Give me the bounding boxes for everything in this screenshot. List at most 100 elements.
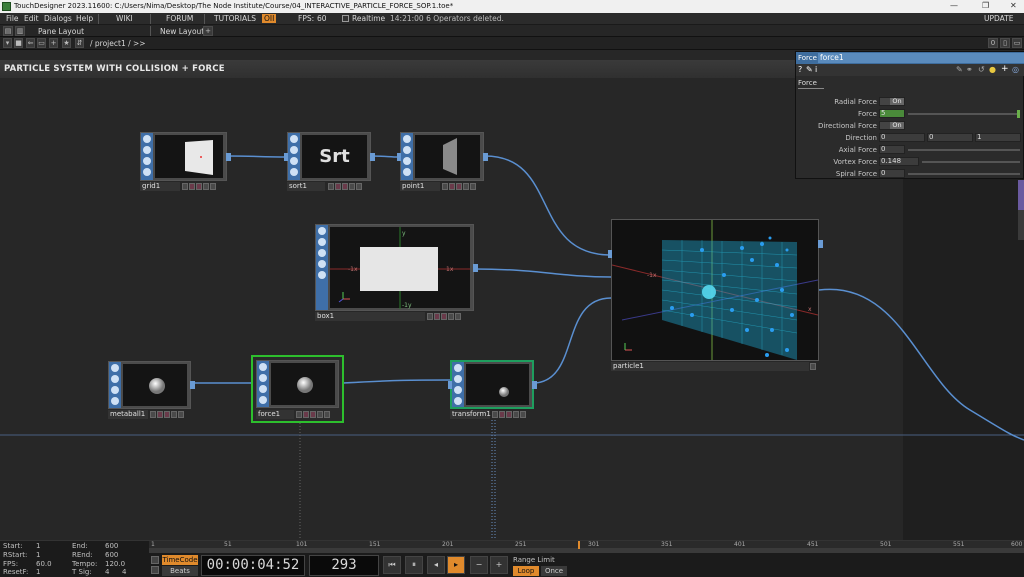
node-force[interactable]: force1 bbox=[251, 355, 344, 423]
input-connector[interactable] bbox=[448, 380, 452, 389]
realtime-checkbox[interactable] bbox=[342, 15, 349, 22]
axial-force-slider[interactable] bbox=[908, 149, 1020, 151]
node-flags[interactable] bbox=[442, 182, 476, 191]
node-toolbar[interactable] bbox=[288, 133, 300, 180]
star-icon[interactable]: ★ bbox=[62, 38, 71, 48]
menu-help[interactable]: Help bbox=[76, 14, 93, 23]
menu-dialogs[interactable]: Dialogs bbox=[44, 14, 72, 23]
node-label[interactable]: point1 bbox=[400, 182, 440, 191]
back-icon[interactable]: ⇐ bbox=[26, 38, 35, 48]
op-name-field[interactable]: force1 bbox=[818, 53, 1024, 63]
python-icon[interactable]: ● bbox=[989, 65, 996, 74]
timecode-display[interactable]: 00:00:04:52 bbox=[201, 555, 305, 576]
output-connector[interactable] bbox=[190, 381, 195, 389]
pane-index[interactable]: 0 bbox=[988, 38, 998, 48]
input-connector[interactable] bbox=[608, 250, 612, 258]
rend-value[interactable]: 600 bbox=[105, 551, 118, 559]
node-label[interactable]: metaball1 bbox=[108, 410, 148, 419]
node-metaball[interactable] bbox=[108, 361, 195, 409]
add-icon[interactable]: + bbox=[49, 38, 58, 48]
step-plus-button[interactable]: + bbox=[490, 556, 508, 574]
force-value-field[interactable]: 5 bbox=[879, 109, 905, 118]
loop-button[interactable]: Loop bbox=[513, 566, 539, 576]
node-flags[interactable] bbox=[296, 410, 330, 419]
vortex-force-slider[interactable] bbox=[922, 161, 1020, 163]
node-point[interactable] bbox=[397, 132, 488, 181]
maximize-icon[interactable]: ❐ bbox=[982, 1, 989, 10]
layout-split-icon[interactable]: ▥ bbox=[15, 26, 25, 36]
oii-toggle[interactable]: OII bbox=[262, 14, 277, 23]
node-toolbar[interactable] bbox=[452, 362, 464, 407]
tutorials-link[interactable]: TUTORIALS bbox=[214, 14, 256, 23]
force-slider-handle[interactable] bbox=[1017, 110, 1020, 118]
rewind-button[interactable]: ⏮ bbox=[383, 556, 401, 574]
node-toolbar[interactable] bbox=[257, 361, 269, 407]
direction-y-field[interactable]: 0 bbox=[927, 133, 973, 142]
frame-display[interactable]: 293 bbox=[309, 555, 379, 576]
start-value[interactable]: 1 bbox=[36, 542, 40, 550]
playhead[interactable] bbox=[578, 541, 580, 549]
edit-icon[interactable]: ✎ bbox=[956, 65, 963, 74]
network-path[interactable]: / project1 / >> bbox=[90, 39, 146, 48]
end-value[interactable]: 600 bbox=[105, 542, 118, 550]
radial-force-toggle[interactable]: On bbox=[879, 97, 905, 106]
input-connector[interactable] bbox=[284, 152, 288, 161]
timecode-button[interactable]: TimeCode bbox=[162, 555, 198, 565]
tsig-value-b[interactable]: 4 bbox=[122, 568, 126, 576]
reset-icon[interactable]: ↺ bbox=[978, 65, 985, 74]
menu-file[interactable]: File bbox=[6, 14, 19, 23]
spiral-force-slider[interactable] bbox=[908, 173, 1020, 175]
link-icon[interactable]: ⚭ bbox=[966, 65, 973, 74]
node-label[interactable]: box1 bbox=[315, 312, 425, 321]
info-icon[interactable]: i bbox=[815, 65, 817, 74]
timeline-settings-icon[interactable] bbox=[151, 556, 159, 564]
once-button[interactable]: Once bbox=[541, 566, 567, 576]
node-label[interactable]: particle1 bbox=[611, 362, 809, 371]
python-help-icon[interactable]: ✎ bbox=[806, 65, 813, 74]
update-button[interactable]: UPDATE bbox=[984, 14, 1014, 23]
forward-icon[interactable]: ▭ bbox=[37, 38, 46, 48]
resetf-value[interactable]: 1 bbox=[36, 568, 40, 576]
pane-menu-icon[interactable]: ▾ bbox=[3, 38, 12, 48]
spiral-force-field[interactable]: 0 bbox=[879, 169, 905, 178]
timeline-expand-icon[interactable] bbox=[151, 566, 159, 574]
stop-icon[interactable]: ■ bbox=[14, 38, 23, 48]
pane-split-icon[interactable]: ▯ bbox=[1000, 38, 1010, 48]
axial-force-field[interactable]: 0 bbox=[879, 145, 905, 154]
target-icon[interactable]: ◎ bbox=[1012, 65, 1019, 74]
beats-button[interactable]: Beats bbox=[162, 566, 198, 576]
minimize-icon[interactable]: — bbox=[950, 1, 958, 10]
step-back-button[interactable]: ◂ bbox=[427, 556, 445, 574]
add-param-icon[interactable]: + bbox=[1001, 64, 1009, 74]
layout-icon[interactable]: ▤ bbox=[3, 26, 13, 36]
output-connector[interactable] bbox=[226, 152, 231, 161]
step-minus-button[interactable]: − bbox=[470, 556, 488, 574]
forum-link[interactable]: FORUM bbox=[166, 14, 193, 23]
pane-close-icon[interactable]: ▭ bbox=[1012, 38, 1022, 48]
up-icon[interactable]: ⇵ bbox=[75, 38, 84, 48]
tab-force[interactable]: Force bbox=[798, 79, 824, 89]
menu-edit[interactable]: Edit bbox=[24, 14, 39, 23]
node-toolbar[interactable] bbox=[109, 362, 121, 408]
rstart-value[interactable]: 1 bbox=[36, 551, 40, 559]
node-sort[interactable]: Srt bbox=[284, 132, 375, 181]
vortex-force-field[interactable]: 0.148 bbox=[879, 157, 919, 166]
play-button[interactable]: ▸ bbox=[447, 556, 465, 574]
direction-x-field[interactable]: 0 bbox=[879, 133, 925, 142]
pause-button[interactable]: ⏸ bbox=[405, 556, 423, 574]
node-particle[interactable]: -1x x bbox=[608, 219, 823, 361]
output-connector[interactable] bbox=[532, 380, 537, 389]
tempo-value[interactable]: 120.0 bbox=[105, 560, 125, 568]
new-layout-label[interactable]: New Layout bbox=[160, 27, 204, 36]
node-flags[interactable] bbox=[328, 182, 362, 191]
node-flags[interactable] bbox=[810, 362, 816, 371]
node-label[interactable]: force1 bbox=[256, 410, 294, 419]
output-connector[interactable] bbox=[483, 152, 488, 161]
node-toolbar[interactable] bbox=[401, 133, 413, 180]
node-label[interactable]: sort1 bbox=[287, 182, 325, 191]
pane-layout-label[interactable]: Pane Layout bbox=[38, 27, 84, 36]
force-slider[interactable] bbox=[908, 113, 1020, 115]
tsig-value-a[interactable]: 4 bbox=[105, 568, 109, 576]
fps-value[interactable]: 60.0 bbox=[36, 560, 52, 568]
node-flags[interactable] bbox=[150, 410, 184, 419]
